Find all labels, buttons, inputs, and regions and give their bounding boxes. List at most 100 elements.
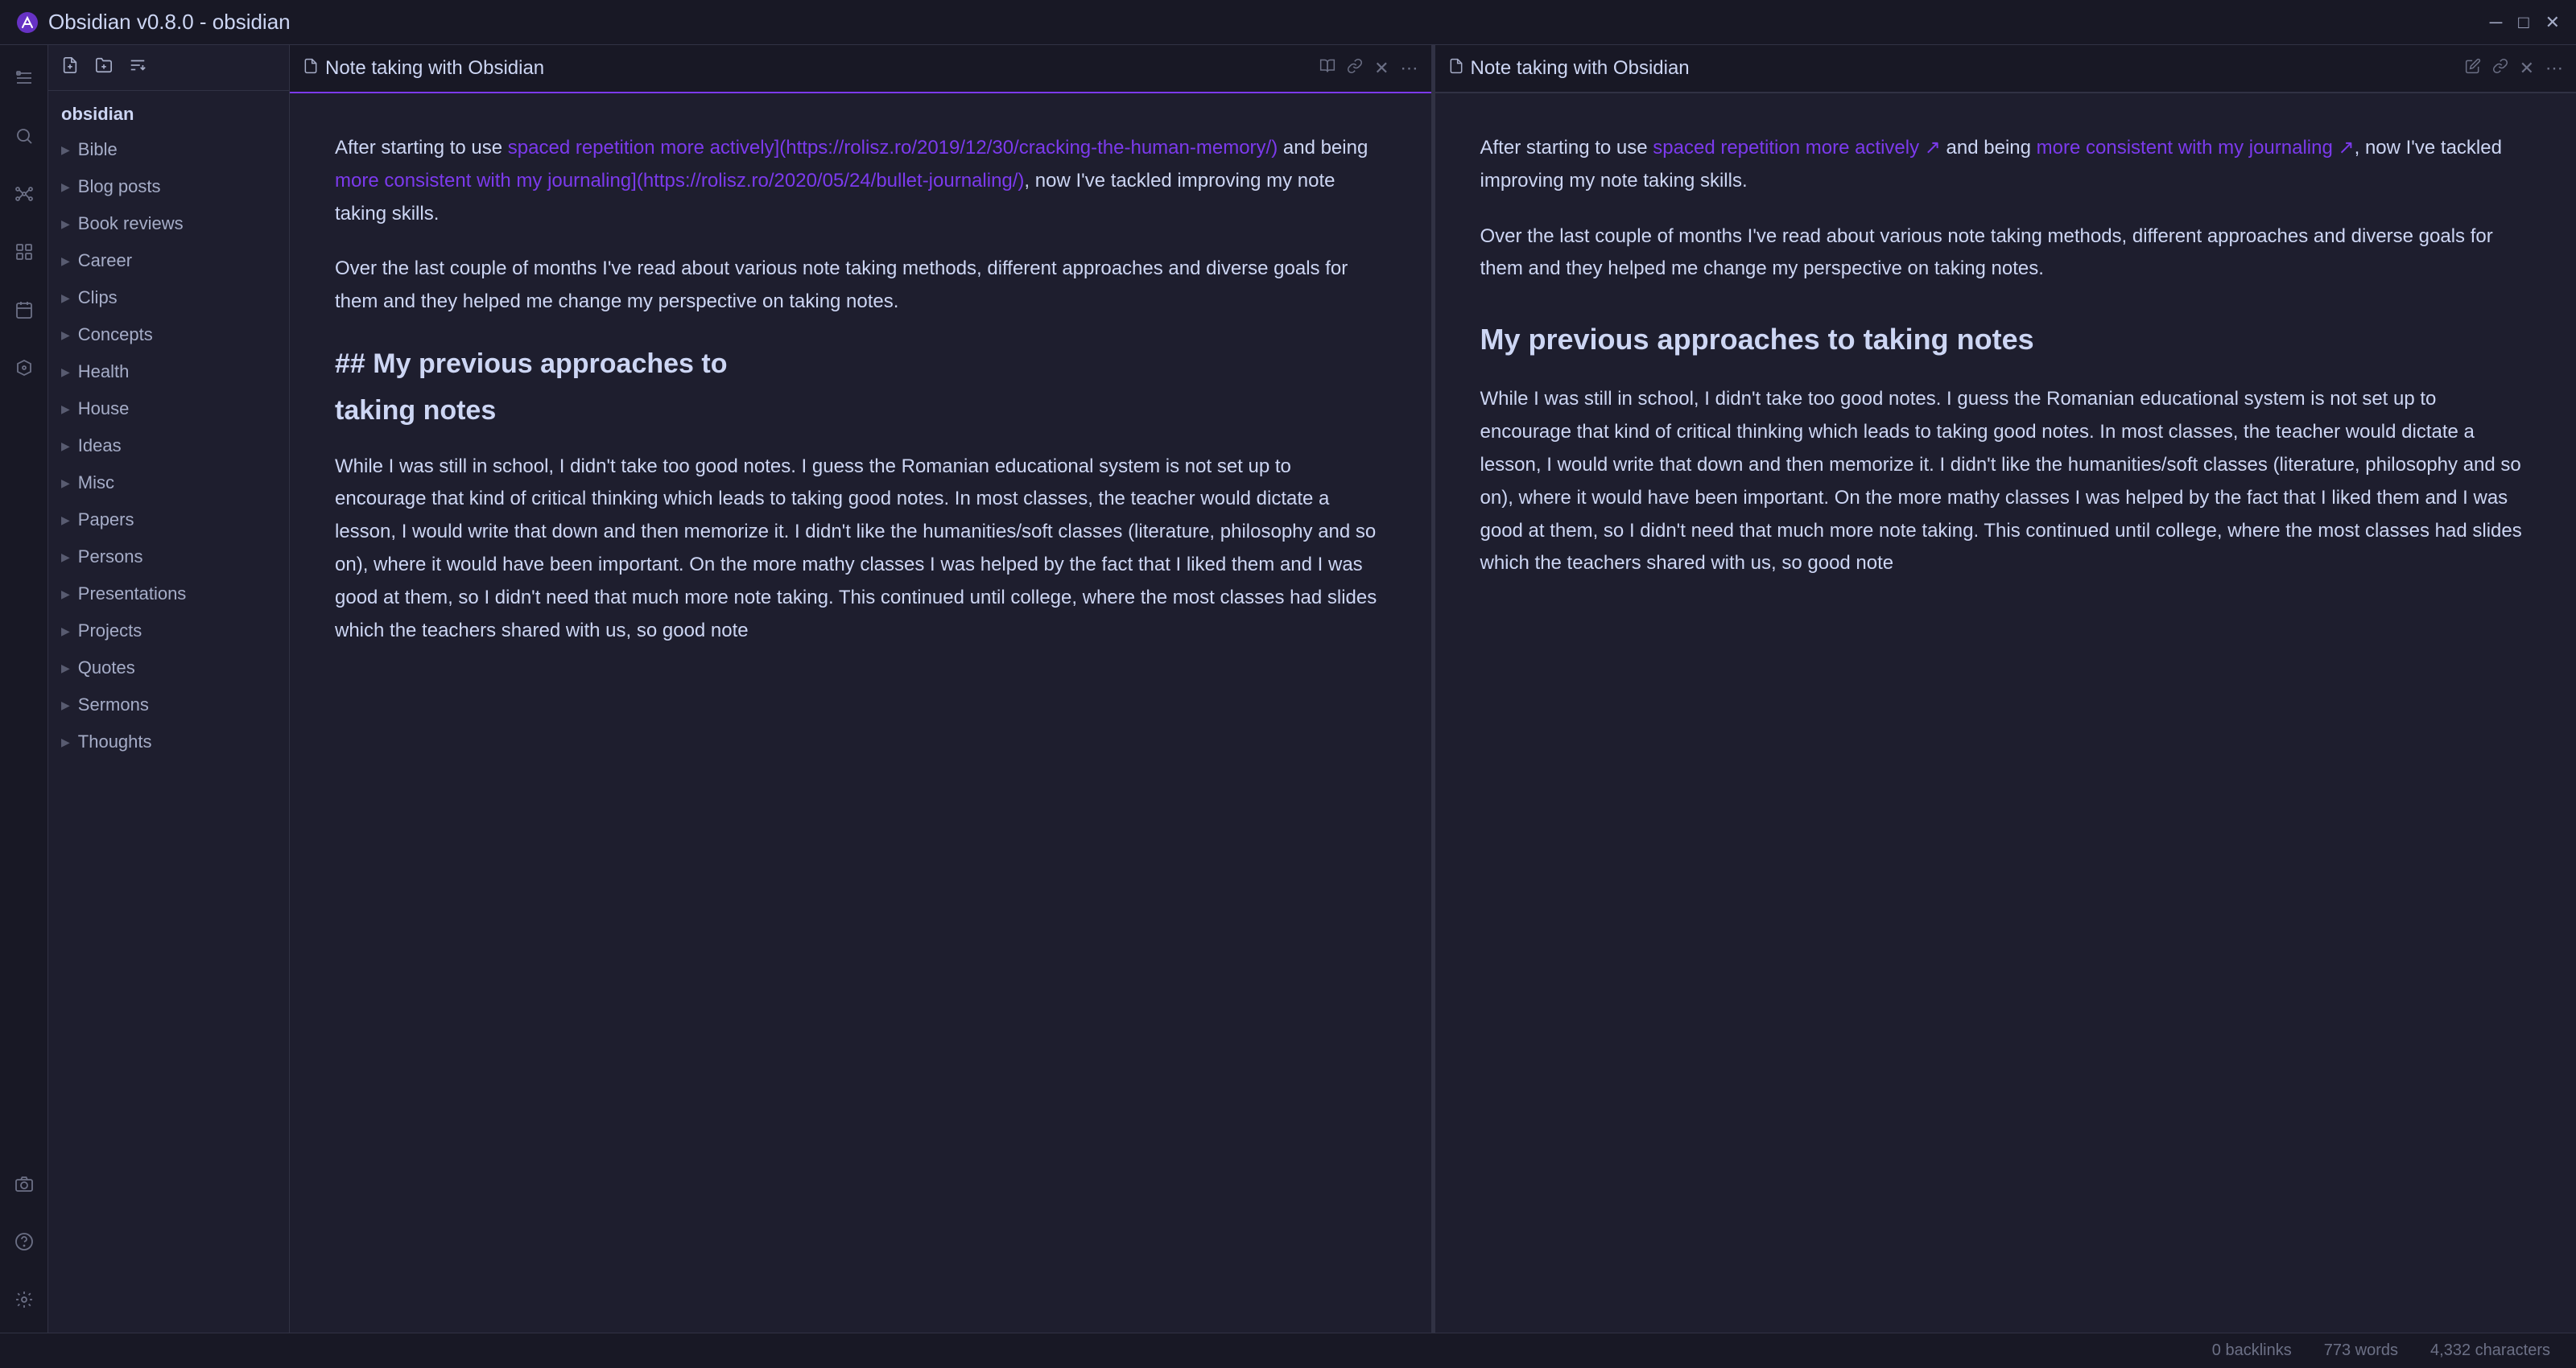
vault-name: obsidian — [48, 91, 289, 131]
file-explorer: ▶ Bible ▶ Blog posts ▶ Book reviews ▶ Ca… — [48, 131, 289, 1333]
sidebar-item-thoughts[interactable]: ▶ Thoughts — [48, 723, 289, 760]
sidebar-item-house[interactable]: ▶ House — [48, 390, 289, 427]
right-pane-tabbar: Note taking with Obsidian — [1435, 45, 2576, 93]
sidebar-item-persons[interactable]: ▶ Persons — [48, 538, 289, 575]
sidebar-label-projects: Projects — [78, 620, 142, 641]
right-tab-file-icon — [1448, 58, 1464, 79]
sidebar-item-presentations[interactable]: ▶ Presentations — [48, 575, 289, 612]
sidebar-label-quotes: Quotes — [78, 657, 135, 678]
sidebar-label-papers: Papers — [78, 509, 134, 530]
right-para-2: Over the last couple of months I've read… — [1480, 220, 2532, 286]
sidebar-item-concepts[interactable]: ▶ Concepts — [48, 316, 289, 353]
sidebar-arrow-concepts: ▶ — [61, 328, 70, 342]
right-tab-title: Note taking with Obsidian — [1471, 57, 2458, 80]
link-spaced-repetition-right[interactable]: spaced repetition more actively ↗ — [1653, 137, 1941, 159]
link-spaced-repetition-left[interactable]: spaced repetition more actively](https:/… — [508, 137, 1278, 159]
statusbar: 0 backlinks 773 words 4,332 characters — [0, 1333, 2576, 1368]
right-heading: My previous approaches to taking notes — [1480, 315, 2532, 364]
sidebar-label-bible: Bible — [78, 139, 118, 160]
sidebar-label-concepts: Concepts — [78, 324, 153, 345]
right-para-3: While I was still in school, I didn't ta… — [1480, 383, 2532, 580]
close-button[interactable]: ✕ — [2545, 12, 2560, 33]
activity-calendar-icon[interactable] — [7, 293, 41, 327]
sidebar-item-quotes[interactable]: ▶ Quotes — [48, 649, 289, 686]
sidebar-arrow-papers: ▶ — [61, 513, 70, 527]
right-para-1: After starting to use spaced repetition … — [1480, 132, 2532, 198]
activity-bar — [0, 45, 48, 1333]
close-right-pane-button[interactable]: ✕ — [2520, 58, 2534, 79]
edit-button-right[interactable] — [2465, 58, 2481, 79]
left-para-1: After starting to use spaced repetition … — [335, 132, 1386, 230]
sidebar-item-book-reviews[interactable]: ▶ Book reviews — [48, 205, 289, 242]
right-pane: Note taking with Obsidian — [1435, 45, 2576, 1333]
sidebar-arrow-projects: ▶ — [61, 624, 70, 638]
left-tab-actions: ✕ ⋯ — [1319, 58, 1418, 79]
left-heading: ## My previous approaches totaking notes — [335, 341, 1386, 435]
close-left-pane-button[interactable]: ✕ — [1374, 58, 1389, 79]
content-area: Note taking with Obsidian — [290, 45, 2576, 1333]
left-para-3: While I was still in school, I didn't ta… — [335, 451, 1386, 648]
activity-graph-icon[interactable] — [7, 177, 41, 211]
sidebar-arrow-sermons: ▶ — [61, 698, 70, 712]
activity-help-icon[interactable] — [7, 1225, 41, 1259]
copy-link-button-left[interactable] — [1347, 58, 1363, 79]
sidebar-item-blog-posts[interactable]: ▶ Blog posts — [48, 168, 289, 205]
right-tab-actions: ✕ ⋯ — [2465, 58, 2563, 79]
minimize-button[interactable]: ─ — [2490, 12, 2503, 33]
new-file-button[interactable] — [61, 56, 79, 79]
sidebar-arrow-persons: ▶ — [61, 550, 70, 564]
sidebar-item-career[interactable]: ▶ Career — [48, 242, 289, 279]
sidebar-item-bible[interactable]: ▶ Bible — [48, 131, 289, 168]
sort-button[interactable] — [129, 56, 147, 79]
app-icon — [16, 11, 39, 34]
sidebar-label-misc: Misc — [78, 472, 114, 493]
sidebar-item-sermons[interactable]: ▶ Sermons — [48, 686, 289, 723]
window-controls: ─ □ ✕ — [2490, 12, 2560, 33]
character-count: 4,332 characters — [2430, 1341, 2550, 1360]
sidebar-label-thoughts: Thoughts — [78, 731, 152, 752]
reading-view-button[interactable] — [1319, 58, 1335, 79]
sidebar-label-health: Health — [78, 361, 130, 382]
link-journaling-left[interactable]: more consistent with my journaling](http… — [335, 170, 1024, 192]
backlinks-count: 0 backlinks — [2212, 1341, 2292, 1360]
window-title: Obsidian v0.8.0 - obsidian — [48, 10, 291, 35]
activity-files-icon[interactable] — [7, 61, 41, 95]
activity-settings-icon[interactable] — [7, 1283, 41, 1316]
sidebar-label-blog-posts: Blog posts — [78, 176, 161, 197]
left-pane-tabbar: Note taking with Obsidian — [290, 45, 1431, 93]
left-pane: Note taking with Obsidian — [290, 45, 1432, 1333]
sidebar-arrow-misc: ▶ — [61, 476, 70, 490]
sidebar-item-misc[interactable]: ▶ Misc — [48, 464, 289, 501]
activity-grid-icon[interactable] — [7, 235, 41, 269]
more-options-right-button[interactable]: ⋯ — [2545, 58, 2563, 79]
sidebar-label-persons: Persons — [78, 546, 143, 567]
titlebar: Obsidian v0.8.0 - obsidian ─ □ ✕ — [0, 0, 2576, 45]
sidebar-item-ideas[interactable]: ▶ Ideas — [48, 427, 289, 464]
sidebar-arrow-bible: ▶ — [61, 143, 70, 157]
sidebar: obsidian ▶ Bible ▶ Blog posts ▶ Book rev… — [48, 45, 290, 1333]
sidebar-label-presentations: Presentations — [78, 583, 187, 604]
activity-search-icon[interactable] — [7, 119, 41, 153]
sidebar-arrow-health: ▶ — [61, 365, 70, 379]
maximize-button[interactable]: □ — [2518, 12, 2529, 33]
sidebar-item-projects[interactable]: ▶ Projects — [48, 612, 289, 649]
sidebar-toolbar — [48, 45, 289, 91]
sidebar-label-house: House — [78, 398, 130, 419]
sidebar-arrow-blog-posts: ▶ — [61, 180, 70, 194]
copy-link-button-right[interactable] — [2492, 58, 2508, 79]
word-count: 773 words — [2324, 1341, 2398, 1360]
more-options-left-button[interactable]: ⋯ — [1401, 58, 1418, 79]
left-tab-title: Note taking with Obsidian — [325, 57, 1313, 80]
link-journaling-right[interactable]: more consistent with my journaling ↗ — [2037, 137, 2355, 159]
sidebar-item-health[interactable]: ▶ Health — [48, 353, 289, 390]
sidebar-item-clips[interactable]: ▶ Clips — [48, 279, 289, 316]
sidebar-label-book-reviews: Book reviews — [78, 213, 184, 234]
left-tab-file-icon — [303, 58, 319, 79]
sidebar-label-ideas: Ideas — [78, 435, 122, 456]
activity-camera-icon[interactable] — [7, 1167, 41, 1201]
left-para-2: Over the last couple of months I've read… — [335, 253, 1386, 319]
sidebar-item-papers[interactable]: ▶ Papers — [48, 501, 289, 538]
new-folder-button[interactable] — [95, 56, 113, 79]
sidebar-label-sermons: Sermons — [78, 694, 149, 715]
activity-tag-icon[interactable] — [7, 351, 41, 385]
